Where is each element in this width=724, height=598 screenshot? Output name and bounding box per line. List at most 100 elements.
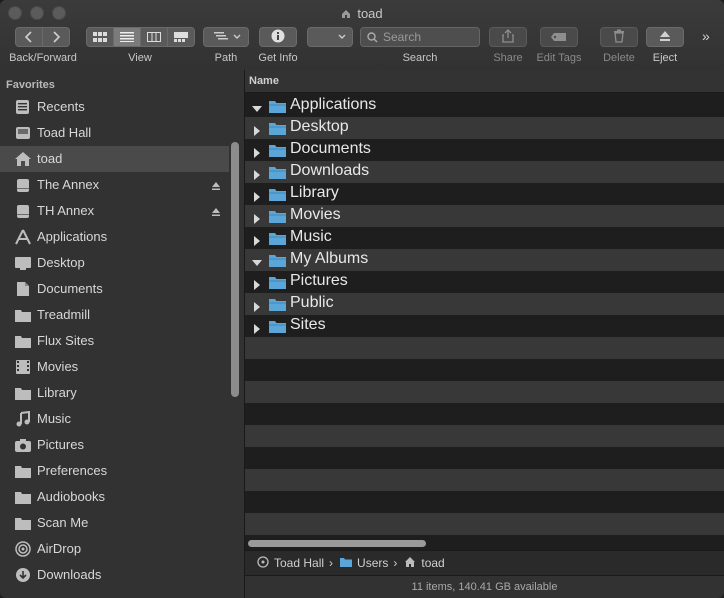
sidebar-item-desktop[interactable]: Desktop	[0, 250, 229, 276]
sidebar-item-music[interactable]: Music	[0, 406, 229, 432]
sidebar-item-label: Scan Me	[37, 515, 89, 530]
sidebar-item-label: AirDrop	[37, 541, 82, 556]
path-bar: Toad Hall › Users › toad	[245, 550, 724, 576]
eject-button[interactable]	[646, 27, 684, 47]
sidebar-item-the-annex[interactable]: The Annex	[0, 172, 229, 198]
eject-icon-wrap[interactable]	[211, 205, 221, 220]
sidebar-item-recents[interactable]: Recents	[0, 94, 229, 120]
share-control	[489, 27, 527, 47]
get-info-control	[259, 27, 297, 47]
path-item-toad-hall[interactable]: Toad Hall ›	[257, 556, 338, 570]
forward-button[interactable]	[43, 28, 69, 46]
folder-icon	[269, 233, 286, 245]
sidebar-item-audiobooks[interactable]: Audiobooks	[0, 484, 229, 510]
sidebar-item-flux-sites[interactable]: Flux Sites	[0, 328, 229, 354]
share-label: Share	[493, 52, 523, 64]
horizontal-scrollbar[interactable]	[248, 540, 426, 547]
tag-icon	[551, 33, 566, 41]
action-menu-button[interactable]	[307, 27, 353, 47]
file-row-label: Desktop	[290, 118, 349, 135]
path-label: Path	[214, 52, 238, 64]
sidebar: Favorites Recents Toad Hall toad The Annex T…	[0, 70, 245, 598]
folder-icon-wrap	[14, 489, 32, 505]
folder-icon	[269, 211, 286, 223]
eject-icon-wrap[interactable]	[211, 179, 221, 194]
sidebar-item-documents[interactable]: Documents	[0, 276, 229, 302]
icon-view-button[interactable]	[87, 28, 114, 46]
path-icon	[214, 32, 228, 40]
column-view-button[interactable]	[141, 28, 168, 46]
file-row-movies[interactable]: Movies	[245, 205, 724, 227]
sidebar-item-toad-hall[interactable]: Toad Hall	[0, 120, 229, 146]
list-view-button[interactable]	[114, 28, 141, 46]
triangle-right-icon	[254, 302, 260, 312]
folder-icon-wrap	[269, 99, 286, 113]
toolbar-overflow-button[interactable]: »	[702, 28, 710, 44]
file-row-documents[interactable]: Documents	[245, 139, 724, 161]
list-icon	[120, 32, 134, 42]
sidebar-item-toad[interactable]: toad	[0, 146, 229, 172]
camera-icon	[15, 439, 31, 452]
file-row-library[interactable]: Library	[245, 183, 724, 205]
folder-icon	[269, 277, 286, 289]
sidebar-heading-favorites: Favorites	[6, 79, 55, 91]
sidebar-item-scan-me[interactable]: Scan Me	[0, 510, 229, 536]
sidebar-scrollbar[interactable]	[231, 142, 239, 397]
movies-icon	[16, 360, 30, 374]
path-item-users[interactable]: Users ›	[340, 556, 402, 570]
file-row-pictures[interactable]: Pictures	[245, 271, 724, 293]
sidebar-item-label: Library	[37, 385, 77, 400]
empty-row	[245, 403, 724, 425]
path-item-toad[interactable]: toad	[404, 556, 445, 570]
search-label: Search	[402, 52, 438, 64]
empty-row	[245, 447, 724, 469]
back-button[interactable]	[16, 28, 43, 46]
search-field[interactable]: Search	[360, 27, 480, 47]
file-row-label: Public	[290, 294, 334, 311]
sidebar-item-preferences[interactable]: Preferences	[0, 458, 229, 484]
drive-icon-wrap	[14, 203, 32, 219]
file-row-desktop[interactable]: Desktop	[245, 117, 724, 139]
sidebar-item-movies[interactable]: Movies	[0, 354, 229, 380]
sidebar-item-pictures[interactable]: Pictures	[0, 432, 229, 458]
gallery-view-button[interactable]	[168, 28, 194, 46]
file-row-applications[interactable]: Applications	[245, 95, 724, 117]
edit-tags-button[interactable]	[540, 27, 578, 47]
back-forward-control	[15, 27, 70, 48]
file-row-my-albums[interactable]: My Albums	[245, 249, 724, 271]
file-row-music[interactable]: Music	[245, 227, 724, 249]
sidebar-item-airdrop[interactable]: AirDrop	[0, 536, 229, 562]
search-placeholder: Search	[383, 30, 422, 44]
folder-icon-wrap	[269, 209, 286, 223]
column-header-name[interactable]: Name	[245, 70, 724, 93]
sidebar-item-downloads[interactable]: Downloads	[0, 562, 229, 588]
desktop-icon	[15, 257, 31, 270]
get-info-button[interactable]	[259, 27, 297, 47]
file-row-downloads[interactable]: Downloads	[245, 161, 724, 183]
file-row-public[interactable]: Public	[245, 293, 724, 315]
home-icon	[15, 152, 31, 166]
sidebar-item-th-annex[interactable]: TH Annex	[0, 198, 229, 224]
folder-icon-wrap	[269, 319, 286, 333]
file-row-sites[interactable]: Sites	[245, 315, 724, 337]
sidebar-item-label: The Annex	[37, 177, 100, 192]
sidebar-item-library[interactable]: Library	[0, 380, 229, 406]
folder-icon	[15, 466, 31, 478]
eject-icon	[660, 31, 670, 41]
edit-tags-label: Edit Tags	[536, 52, 582, 64]
folder-icon-wrap	[269, 143, 286, 157]
empty-row	[245, 337, 724, 359]
triangle-down-icon	[252, 260, 262, 266]
sidebar-item-treadmill[interactable]: Treadmill	[0, 302, 229, 328]
sidebar-item-label: Toad Hall	[37, 125, 92, 140]
share-button[interactable]	[489, 27, 527, 47]
window-title: toad	[0, 6, 724, 21]
downloads-icon	[16, 568, 30, 582]
sidebar-item-applications[interactable]: Applications	[0, 224, 229, 250]
triangle-right-icon	[254, 214, 260, 224]
folder-icon-wrap	[269, 165, 286, 179]
delete-button[interactable]	[600, 27, 638, 47]
path-button[interactable]	[203, 27, 249, 47]
status-bar: 11 items, 140.41 GB available	[245, 575, 724, 598]
path-item-label: toad	[421, 556, 445, 570]
